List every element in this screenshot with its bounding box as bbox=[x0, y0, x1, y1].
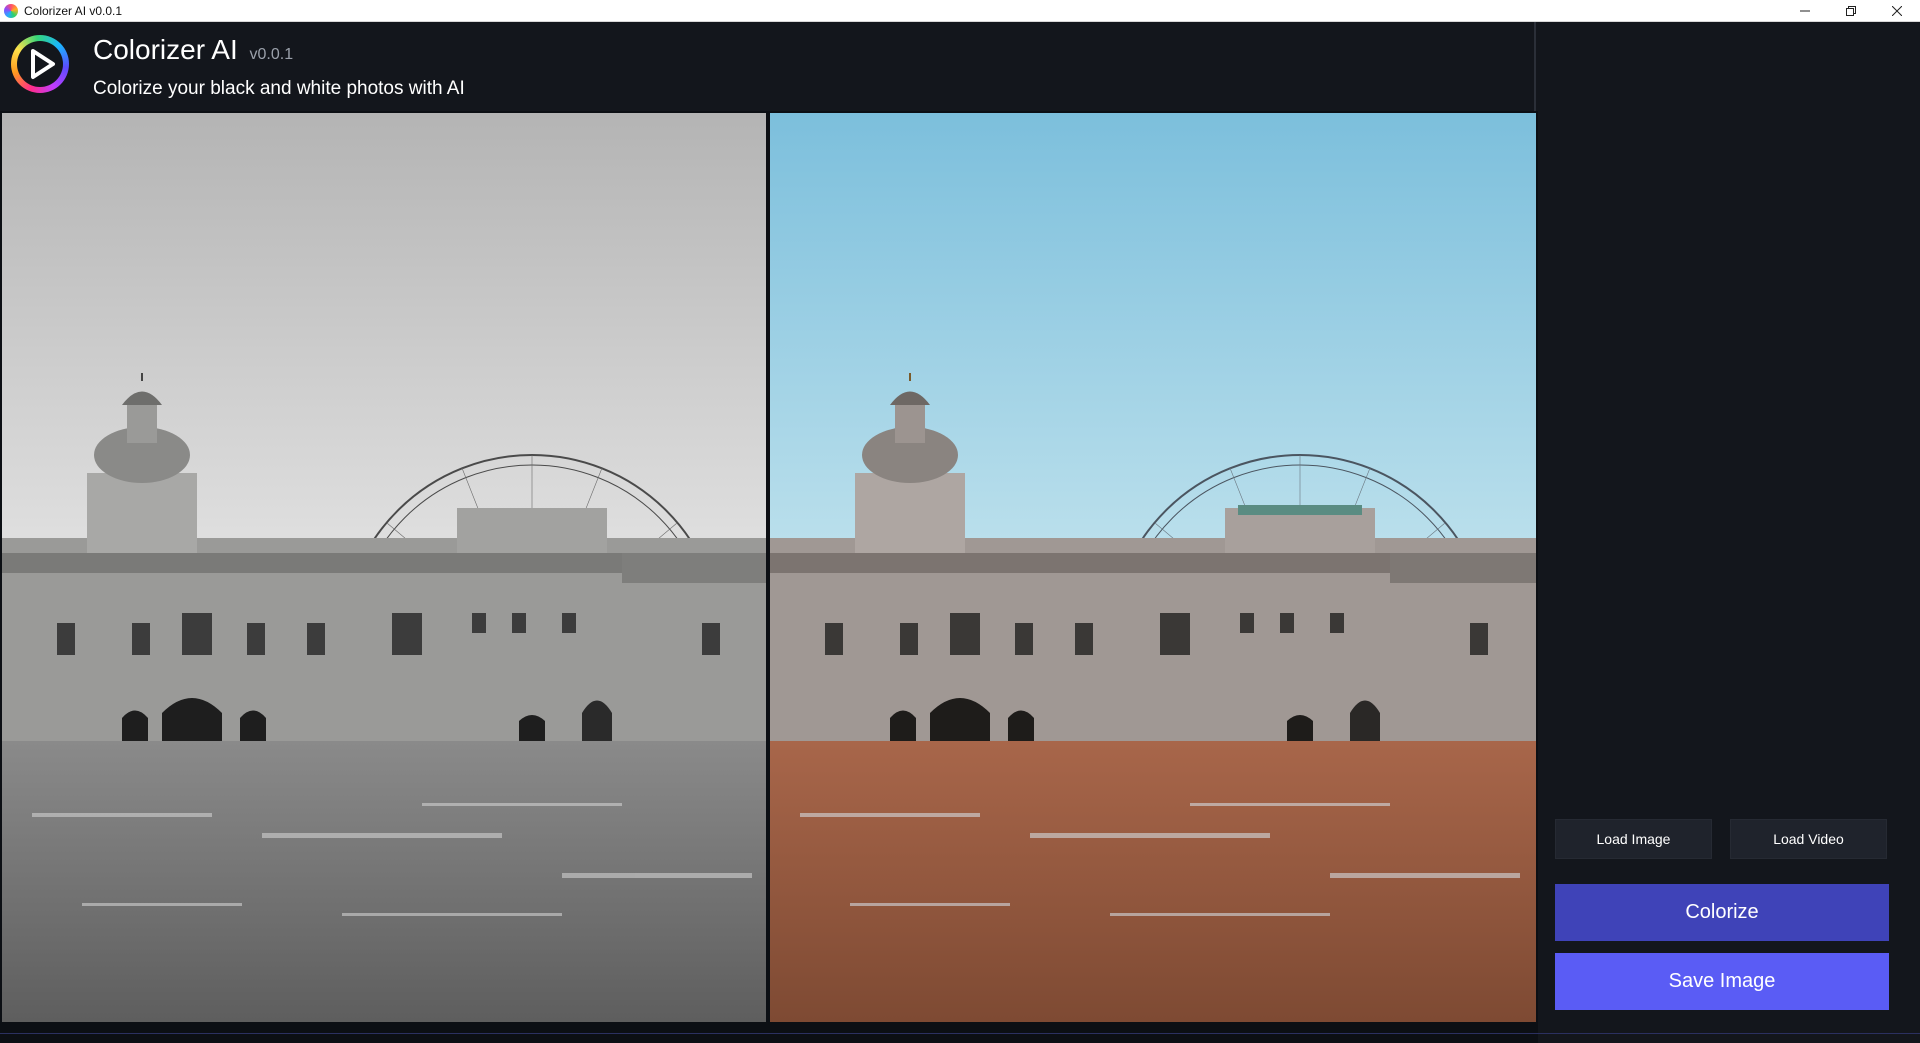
colorize-button[interactable]: Colorize bbox=[1555, 884, 1889, 941]
app-subtitle: Colorize your black and white photos wit… bbox=[93, 78, 465, 99]
save-image-button[interactable]: Save Image bbox=[1555, 953, 1889, 1010]
app-title: Colorizer AI v0.0.1 bbox=[93, 34, 293, 66]
app-name: Colorizer AI bbox=[93, 34, 238, 65]
window-title: Colorizer AI v0.0.1 bbox=[24, 3, 123, 18]
app-header: Colorizer AI v0.0.1 Colorize your black … bbox=[0, 22, 1536, 111]
load-image-button[interactable]: Load Image bbox=[1555, 819, 1712, 859]
app-icon bbox=[4, 3, 18, 18]
close-icon[interactable] bbox=[1874, 0, 1920, 22]
app-root: Colorizer AI v0.0.1 Colorize your black … bbox=[0, 22, 1920, 1043]
colorized-image bbox=[770, 113, 1536, 1022]
original-image bbox=[2, 113, 766, 1022]
image-panels bbox=[0, 111, 1538, 1043]
restore-icon[interactable] bbox=[1828, 0, 1874, 22]
play-icon bbox=[11, 35, 69, 93]
minimize-icon[interactable] bbox=[1782, 0, 1828, 22]
window-controls bbox=[1782, 0, 1920, 22]
control-sidebar: Load Image Load Video Colorize Save Imag… bbox=[1538, 22, 1920, 1034]
window-titlebar: Colorizer AI v0.0.1 bbox=[0, 0, 1920, 22]
app-version: v0.0.1 bbox=[249, 46, 294, 63]
load-video-button[interactable]: Load Video bbox=[1730, 819, 1887, 859]
